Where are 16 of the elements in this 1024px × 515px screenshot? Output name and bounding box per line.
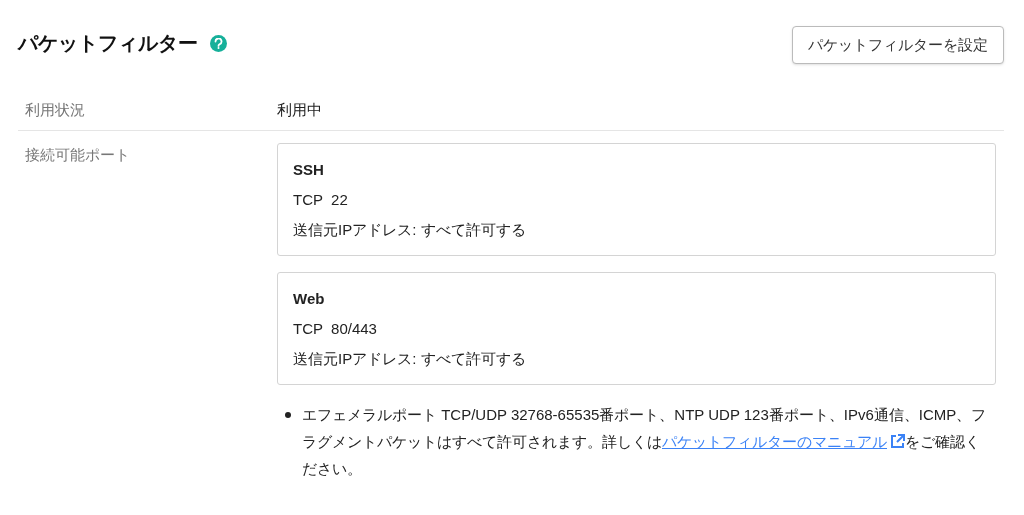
row-value: 利用中	[277, 100, 323, 120]
help-icon[interactable]	[210, 34, 227, 52]
configure-button[interactable]: パケットフィルターを設定	[792, 26, 1004, 64]
row-label: 接続可能ポート	[24, 145, 131, 165]
note-text: エフェメラルポート TCP/UDP 32768-65535番ポート、NTP UDP 123番ポート、IPv6通信、ICMP、フラグメントパケットはすべて許可されます。詳しくはパケットフィルターのマニュアル をご確認ください。	[302, 405, 988, 479]
bullet-icon	[285, 412, 291, 418]
page-title: パケットフィルター	[18, 31, 198, 56]
source-address: 送信元IPアドレス: すべて許可する	[293, 220, 527, 240]
port-protocol: TCP 80/443	[293, 319, 378, 339]
port-name: Web	[293, 289, 326, 309]
port-protocol: TCP 22	[293, 190, 349, 210]
manual-link[interactable]: パケットフィルターのマニュアル	[662, 428, 905, 455]
external-link-icon	[890, 434, 905, 449]
row-label: 利用状況	[24, 100, 86, 120]
port-name: SSH	[293, 160, 325, 180]
source-address: 送信元IPアドレス: すべて許可する	[293, 349, 527, 369]
